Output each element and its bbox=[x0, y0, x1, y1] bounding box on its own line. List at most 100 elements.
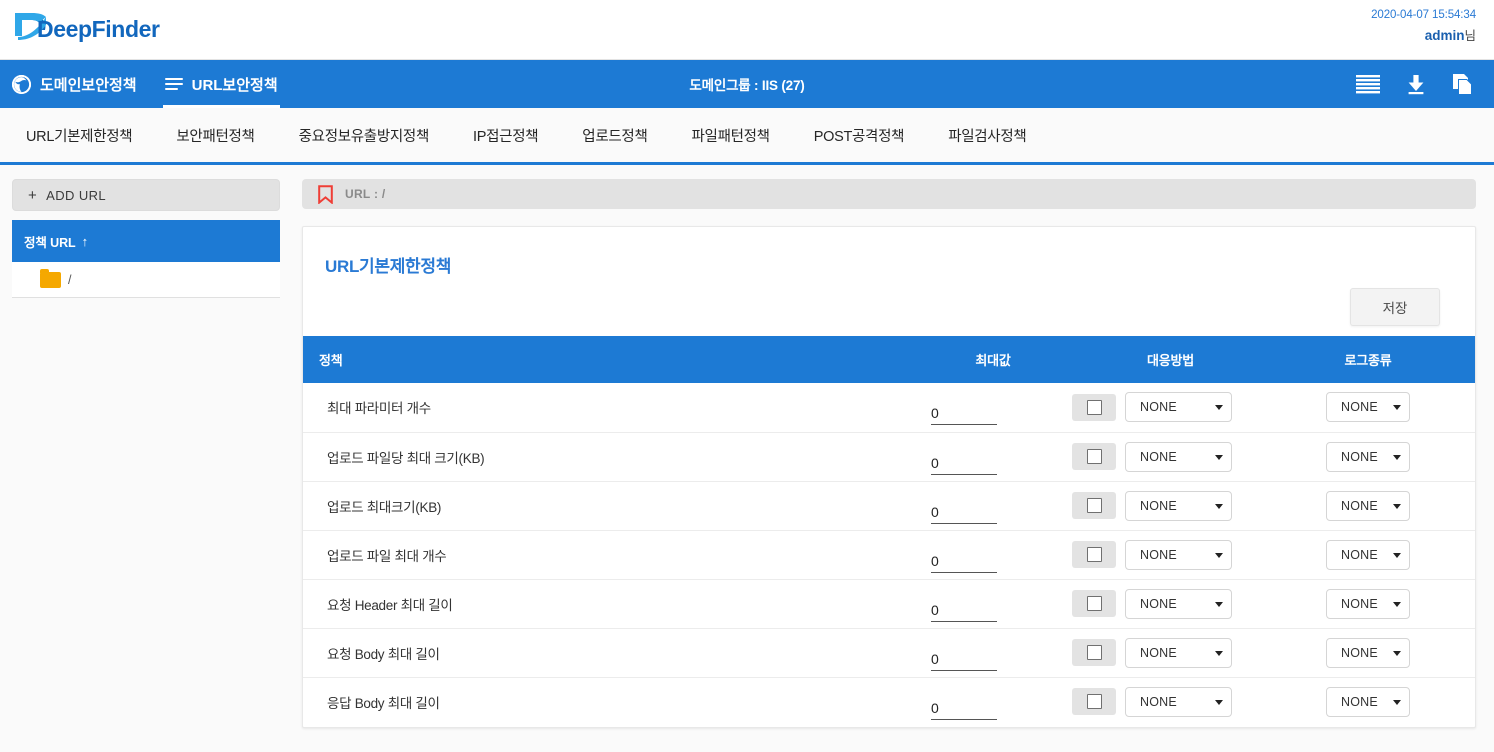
tab-file-inspection[interactable]: 파일검사정책 bbox=[926, 125, 1048, 146]
app-logo[interactable]: DeepFinder bbox=[12, 12, 160, 48]
log-select[interactable]: NONE bbox=[1326, 539, 1410, 570]
policy-url-header[interactable]: 정책 URL ↑ bbox=[12, 220, 280, 262]
row-response-cell: NONE bbox=[1063, 383, 1278, 432]
row-max-cell bbox=[923, 677, 1063, 726]
response-select-wrap: NONE bbox=[1125, 539, 1232, 570]
log-select-wrap: NONE bbox=[1326, 539, 1410, 570]
main-panel: URL : / URL기본제한정책 저장 정책 최대값 대응방법 로그종류 최대… bbox=[302, 179, 1476, 728]
policy-table-header: 정책 최대값 대응방법 로그종류 bbox=[303, 336, 1475, 383]
max-value-input[interactable] bbox=[931, 697, 997, 720]
row-spacer-cell bbox=[1458, 383, 1475, 432]
list-view-icon[interactable] bbox=[1356, 74, 1380, 94]
log-select[interactable]: NONE bbox=[1326, 441, 1410, 472]
tab-url-basic-restriction[interactable]: URL기본제한정책 bbox=[4, 125, 154, 146]
table-row: 업로드 최대크기(KB) NONE bbox=[303, 481, 1475, 530]
column-header-policy: 정책 bbox=[303, 336, 923, 383]
row-log-cell: NONE bbox=[1278, 579, 1458, 628]
row-policy-label: 응답 Body 최대 길이 bbox=[327, 695, 440, 711]
row-response-cell: NONE bbox=[1063, 677, 1278, 726]
row-log-cell: NONE bbox=[1278, 628, 1458, 677]
max-value-input[interactable] bbox=[931, 403, 997, 426]
row-log-cell: NONE bbox=[1278, 481, 1458, 530]
add-url-button[interactable]: + ADD URL bbox=[12, 179, 280, 211]
row-spacer-cell bbox=[1458, 432, 1475, 481]
nav-item-domain-security-policy[interactable]: 도메인보안정책 bbox=[0, 60, 151, 108]
policy-tabs: URL기본제한정책 보안패턴정책 중요정보유출방지정책 IP접근정책 업로드정책… bbox=[0, 108, 1494, 165]
row-log-cell: NONE bbox=[1278, 677, 1458, 726]
row-max-cell bbox=[923, 481, 1063, 530]
policy-url-header-label: 정책 URL bbox=[24, 235, 76, 250]
row-policy-label: 업로드 최대크기(KB) bbox=[327, 499, 442, 515]
url-breadcrumb: URL : / bbox=[302, 179, 1476, 209]
max-value-input[interactable] bbox=[931, 550, 997, 573]
nav-item-label: URL보안정책 bbox=[191, 76, 278, 94]
logo-text-deep: Deep bbox=[37, 16, 92, 42]
save-toolbar: 저장 bbox=[303, 277, 1475, 336]
response-select[interactable]: NONE bbox=[1125, 490, 1232, 521]
log-select[interactable]: NONE bbox=[1326, 392, 1410, 423]
max-value-input[interactable] bbox=[931, 599, 997, 622]
logo-text: DeepFinder bbox=[37, 16, 160, 43]
top-bar: DeepFinder 2020-04-07 15:54:34 admin님 bbox=[0, 0, 1494, 60]
row-spacer-cell bbox=[1458, 530, 1475, 579]
row-policy-label: 요청 Body 최대 길이 bbox=[327, 646, 440, 662]
max-value-input[interactable] bbox=[931, 452, 997, 475]
user-info[interactable]: admin님 bbox=[1371, 27, 1476, 45]
download-icon[interactable] bbox=[1405, 73, 1427, 95]
row-log-cell: NONE bbox=[1278, 530, 1458, 579]
response-select[interactable]: NONE bbox=[1125, 588, 1232, 619]
row-response-cell: NONE bbox=[1063, 628, 1278, 677]
add-url-label: ADD URL bbox=[46, 187, 107, 203]
tab-file-pattern[interactable]: 파일패턴정책 bbox=[669, 125, 791, 146]
log-select[interactable]: NONE bbox=[1326, 588, 1410, 619]
row-response-cell: NONE bbox=[1063, 481, 1278, 530]
response-select-wrap: NONE bbox=[1125, 588, 1232, 619]
response-checkbox[interactable] bbox=[1072, 393, 1116, 421]
table-header-row: 정책 최대값 대응방법 로그종류 bbox=[303, 336, 1475, 383]
domain-group-text: 도메인그룹 : IIS (27) bbox=[689, 78, 805, 93]
response-checkbox[interactable] bbox=[1072, 492, 1116, 519]
row-policy-label: 업로드 파일 최대 개수 bbox=[327, 548, 447, 564]
row-max-cell bbox=[923, 432, 1063, 481]
response-select[interactable]: NONE bbox=[1125, 392, 1232, 423]
tab-upload[interactable]: 업로드정책 bbox=[560, 125, 669, 146]
max-value-input[interactable] bbox=[931, 648, 997, 671]
row-response-cell: NONE bbox=[1063, 530, 1278, 579]
response-select[interactable]: NONE bbox=[1125, 539, 1232, 570]
max-value-input[interactable] bbox=[931, 501, 997, 524]
column-header-response: 대응방법 bbox=[1063, 336, 1278, 383]
plus-icon: + bbox=[28, 186, 38, 204]
user-honorific: 님 bbox=[1464, 28, 1476, 43]
response-checkbox[interactable] bbox=[1072, 688, 1116, 716]
url-breadcrumb-label: URL : / bbox=[345, 187, 386, 201]
row-log-cell: NONE bbox=[1278, 383, 1458, 432]
tab-ip-access[interactable]: IP접근정책 bbox=[451, 125, 560, 146]
copy-icon[interactable] bbox=[1452, 73, 1474, 96]
log-select[interactable]: NONE bbox=[1326, 490, 1410, 521]
log-select[interactable]: NONE bbox=[1326, 686, 1410, 717]
table-row: 요청 Header 최대 길이 NONE bbox=[303, 579, 1475, 628]
response-select-wrap: NONE bbox=[1125, 637, 1232, 668]
tab-sensitive-info-leak-prevention[interactable]: 중요정보유출방지정책 bbox=[277, 125, 451, 146]
response-select[interactable]: NONE bbox=[1125, 441, 1232, 472]
table-row: 요청 Body 최대 길이 NONE bbox=[303, 628, 1475, 677]
list-icon bbox=[164, 77, 183, 91]
table-row: 최대 파라미터 개수 NONE bbox=[303, 383, 1475, 432]
response-checkbox[interactable] bbox=[1072, 443, 1116, 470]
row-max-cell bbox=[923, 628, 1063, 677]
response-select[interactable]: NONE bbox=[1125, 686, 1232, 717]
log-select[interactable]: NONE bbox=[1326, 637, 1410, 668]
response-select[interactable]: NONE bbox=[1125, 637, 1232, 668]
list-item[interactable]: / bbox=[12, 262, 280, 298]
save-button[interactable]: 저장 bbox=[1350, 288, 1440, 326]
tab-post-attack[interactable]: POST공격정책 bbox=[792, 125, 926, 146]
list-item-label: / bbox=[68, 272, 72, 287]
response-checkbox[interactable] bbox=[1072, 541, 1116, 568]
sort-ascending-icon: ↑ bbox=[81, 233, 89, 249]
tab-security-pattern[interactable]: 보안패턴정책 bbox=[154, 125, 276, 146]
response-checkbox[interactable] bbox=[1072, 590, 1116, 617]
current-timestamp: 2020-04-07 15:54:34 bbox=[1371, 9, 1476, 21]
nav-item-url-security-policy[interactable]: URL보안정책 bbox=[151, 60, 292, 108]
response-checkbox[interactable] bbox=[1072, 639, 1116, 666]
response-select-wrap: NONE bbox=[1125, 441, 1232, 472]
